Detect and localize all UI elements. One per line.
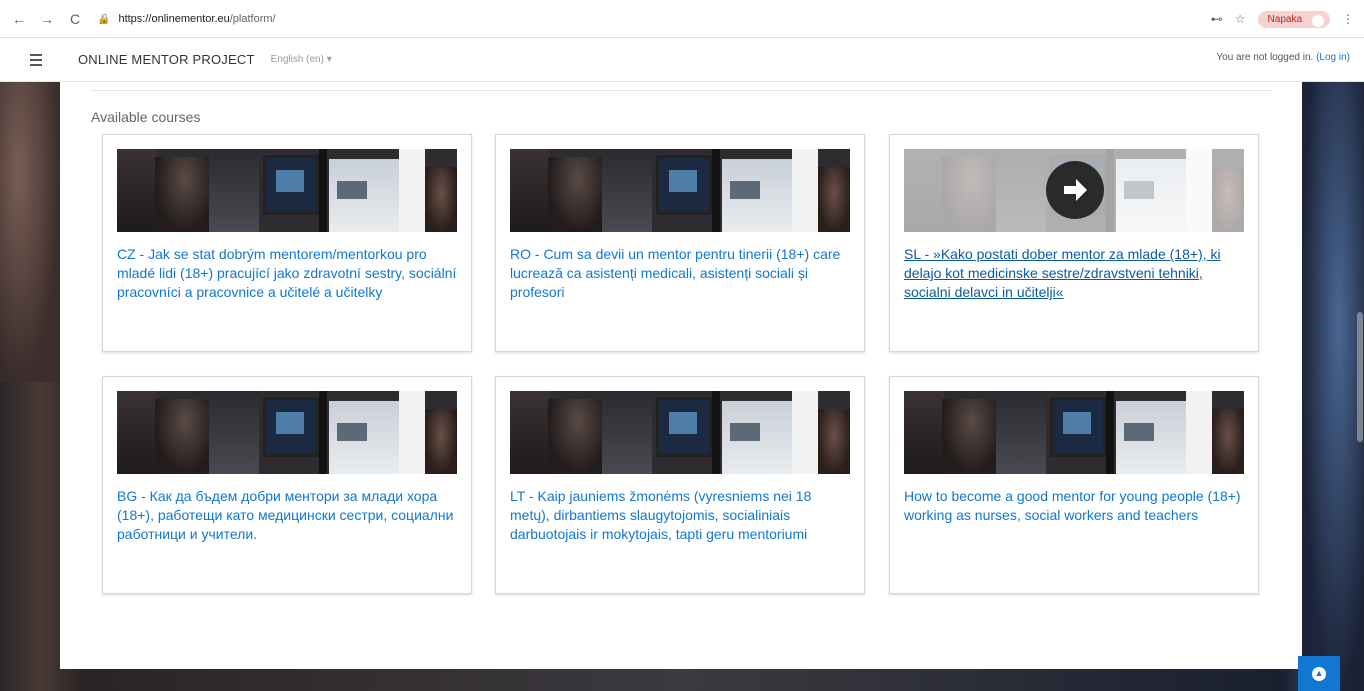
divider [90, 90, 1272, 91]
login-status: You are not logged in. (Log in) [1216, 52, 1350, 63]
course-card[interactable]: LT - Kaip jauniems žmonėms (vyresniems n… [495, 376, 865, 594]
login-text: You are not logged in. [1216, 52, 1314, 63]
profile-button[interactable]: Napaka [1257, 10, 1330, 28]
star-icon[interactable]: ☆ [1235, 12, 1246, 26]
course-title-link[interactable]: How to become a good mentor for young pe… [904, 487, 1244, 525]
course-title-link[interactable]: SL - »Kako postati dober mentor za mlade… [904, 245, 1244, 302]
course-title-link[interactable]: LT - Kaip jauniems žmonėms (vyresniems n… [510, 487, 850, 544]
site-navbar: ONLINE MENTOR PROJECT English (en) ▾ You… [0, 38, 1364, 82]
url-path: /platform/ [229, 13, 276, 25]
chevron-up-icon: ▲ [1312, 666, 1326, 681]
scroll-to-top-button[interactable]: ▲ [1298, 656, 1340, 691]
section-title: Available courses [91, 109, 201, 125]
page-scrollbar[interactable] [1354, 82, 1364, 691]
arrow-right-circle-icon[interactable] [1046, 161, 1104, 219]
course-card[interactable]: CZ - Jak se stat dobrým mentorem/mentork… [102, 134, 472, 352]
course-card[interactable]: BG - Как да бъдем добри ментори за млади… [102, 376, 472, 594]
course-title-link[interactable]: BG - Как да бъдем добри ментори за млади… [117, 487, 457, 544]
back-icon[interactable]: ← [8, 8, 30, 30]
course-image[interactable] [510, 391, 850, 474]
course-image[interactable] [510, 149, 850, 232]
course-image[interactable] [117, 391, 457, 474]
browser-menu-icon[interactable]: ⋮ [1342, 12, 1354, 26]
login-link[interactable]: (Log in) [1316, 52, 1350, 63]
url-host: https://onlinementor.eu [118, 13, 230, 25]
course-card[interactable]: RO - Cum sa devii un mentor pentru tiner… [495, 134, 865, 352]
main-content: Available courses CZ - Jak se stat dobrý… [60, 82, 1302, 669]
language-selector[interactable]: English (en) ▾ [271, 54, 332, 65]
reload-icon[interactable]: C [64, 8, 86, 30]
course-image[interactable] [904, 391, 1244, 474]
browser-toolbar: ← → C ⌂ 🔒 https://onlinementor.eu/platfo… [0, 0, 1364, 38]
site-brand[interactable]: ONLINE MENTOR PROJECT [78, 52, 255, 67]
forward-icon[interactable]: → [36, 8, 58, 30]
address-bar[interactable]: 🔒 https://onlinementor.eu/platform/ [98, 6, 1208, 32]
course-image[interactable] [904, 149, 1244, 232]
menu-icon[interactable] [30, 53, 50, 66]
key-icon[interactable]: ⊷ [1211, 12, 1223, 26]
course-card[interactable]: SL - »Kako postati dober mentor za mlade… [889, 134, 1259, 352]
course-title-link[interactable]: CZ - Jak se stat dobrým mentorem/mentork… [117, 245, 457, 302]
course-title-link[interactable]: RO - Cum sa devii un mentor pentru tiner… [510, 245, 850, 302]
course-card[interactable]: How to become a good mentor for young pe… [889, 376, 1259, 594]
lock-icon: 🔒 [98, 13, 111, 25]
course-image[interactable] [117, 149, 457, 232]
